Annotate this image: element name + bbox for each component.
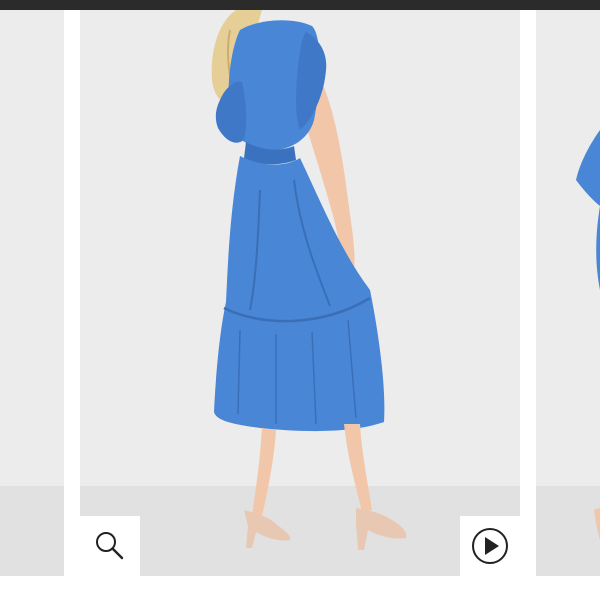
next-slide[interactable] xyxy=(536,10,600,576)
zoom-button[interactable] xyxy=(80,516,140,576)
bottom-bar xyxy=(0,578,600,600)
current-slide[interactable] xyxy=(80,10,520,576)
next-product-photo xyxy=(576,130,600,540)
product-photo xyxy=(211,10,407,550)
previous-slide[interactable] xyxy=(0,10,64,576)
product-image-gallery xyxy=(0,10,600,578)
magnifier-icon xyxy=(96,532,124,560)
play-circle-icon xyxy=(472,528,508,564)
play-video-button[interactable] xyxy=(460,516,520,576)
top-bar xyxy=(0,0,600,10)
backdrop-floor xyxy=(0,486,64,576)
